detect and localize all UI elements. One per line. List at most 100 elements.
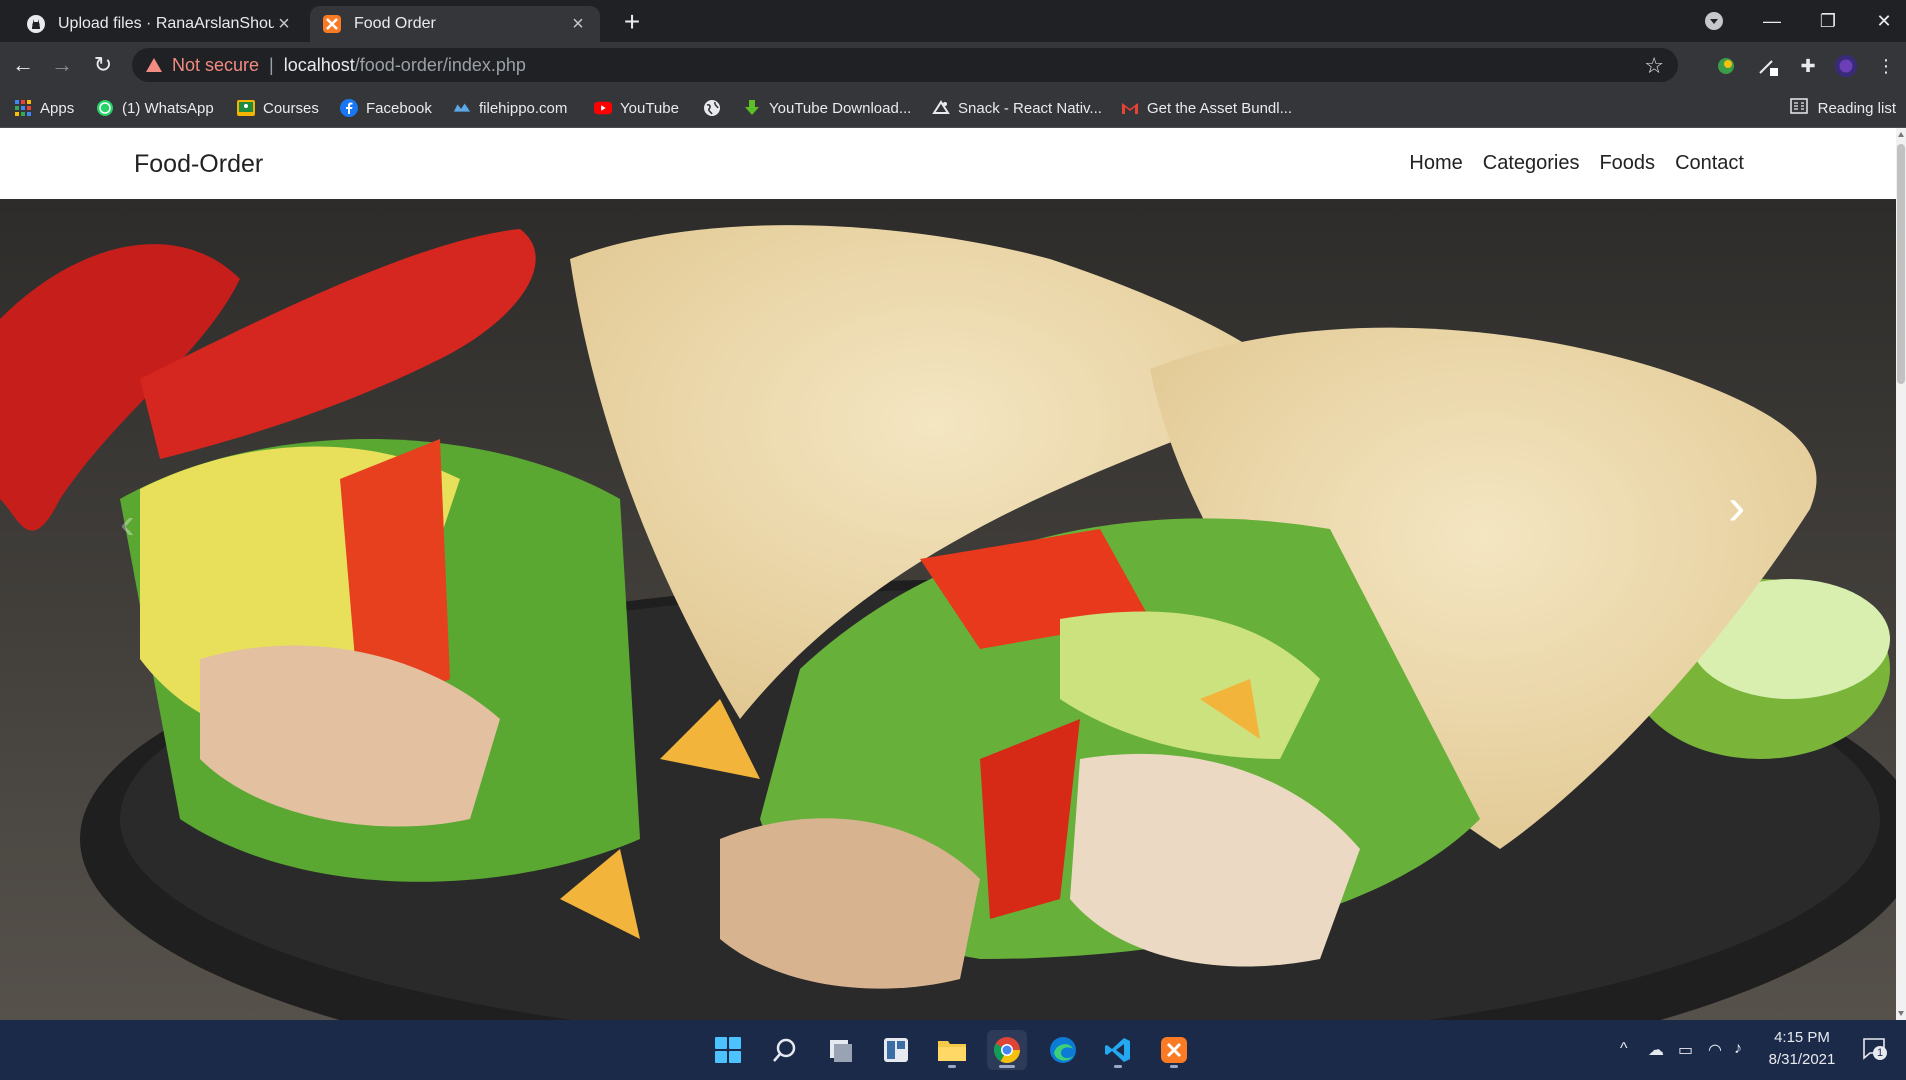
snack-icon [932, 99, 950, 117]
menu-home[interactable]: Home [1409, 152, 1462, 175]
extension-color-icon[interactable] [1714, 54, 1738, 78]
site-navbar: Food-Order Home Categories Foods Contact [0, 128, 1896, 199]
running-indicator [1114, 1065, 1122, 1068]
scroll-up-arrow[interactable] [1898, 132, 1904, 137]
forward-button[interactable]: → [47, 50, 77, 80]
bookmark-label: Get the Asset Bundl... [1147, 99, 1293, 117]
menu-categories[interactable]: Categories [1483, 152, 1580, 175]
bookmark-label: Snack - React Nativ... [958, 99, 1102, 117]
whatsapp-icon [96, 99, 114, 117]
running-indicator [948, 1065, 956, 1068]
bookmark-label: filehippo.com [479, 99, 568, 117]
close-icon[interactable]: × [568, 14, 588, 34]
bookmark-apps[interactable]: Apps [14, 96, 74, 120]
site-menu: Home Categories Foods Contact [1389, 152, 1744, 175]
bookmark-youtube-download[interactable]: YouTube Download... [743, 96, 911, 120]
bookmark-filehippo[interactable]: filehippo.com [453, 96, 567, 120]
globe-icon [703, 99, 721, 117]
bookmarks-bar: Apps (1) WhatsApp Courses Facebook fileh… [0, 88, 1906, 128]
start-icon[interactable] [708, 1030, 748, 1070]
bookmark-globe[interactable] [703, 96, 729, 120]
gmail-icon [1121, 99, 1139, 117]
tab-food-order[interactable]: Food Order × [310, 6, 600, 42]
new-tab-button[interactable]: + [618, 8, 646, 36]
page-scrollbar[interactable] [1896, 128, 1906, 1020]
profile-avatar[interactable] [1834, 54, 1858, 78]
warning-icon [146, 58, 162, 72]
close-icon[interactable]: × [274, 14, 294, 34]
tab-title: Upload files · RanaArslanShoukat [58, 15, 274, 32]
bookmark-courses[interactable]: Courses [237, 96, 319, 120]
chicken-wrap-photo [0, 199, 1896, 1020]
url-path: /food-order/index.php [354, 54, 526, 75]
onedrive-icon[interactable]: ☁ [1648, 1040, 1664, 1060]
tab-title: Food Order [354, 15, 436, 32]
youtube-icon [594, 99, 612, 117]
notification-icon[interactable]: 1 [1862, 1036, 1887, 1062]
notification-count: 1 [1873, 1046, 1887, 1060]
tab-upload-files[interactable]: Upload files · RanaArslanShoukat × [14, 6, 306, 42]
back-button[interactable]: ← [8, 50, 38, 80]
browser-tab-strip: Upload files · RanaArslanShoukat × Food … [0, 0, 1906, 42]
widgets-icon[interactable] [876, 1030, 916, 1070]
file-explorer-icon[interactable] [932, 1030, 972, 1070]
bookmark-label: YouTube [620, 99, 679, 117]
not-secure-label[interactable]: Not secure [172, 55, 259, 76]
reading-list-label: Reading list [1817, 99, 1896, 117]
tab-search-icon[interactable] [1705, 12, 1723, 30]
url-host: localhost [283, 54, 355, 75]
volume-icon[interactable]: ♪ [1734, 1040, 1742, 1058]
reading-list-icon [1789, 98, 1808, 118]
search-icon[interactable] [765, 1030, 805, 1070]
close-window-button[interactable]: ✕ [1856, 0, 1906, 42]
menu-kebab-icon[interactable]: ⋮ [1874, 54, 1898, 78]
facebook-icon [340, 99, 358, 117]
clock-time: 4:15 PM [1774, 1029, 1830, 1046]
bookmark-snack[interactable]: Snack - React Nativ... [932, 96, 1102, 120]
scrollbar-thumb[interactable] [1897, 144, 1905, 384]
filehippo-icon [453, 99, 471, 117]
site-brand[interactable]: Food-Order [134, 150, 263, 179]
chevron-right-icon[interactable]: › [1728, 481, 1745, 533]
browser-toolbar: ← → ↻ Not secure | localhost/food-order/… [0, 42, 1906, 88]
menu-foods[interactable]: Foods [1599, 152, 1655, 175]
scroll-down-arrow[interactable] [1898, 1011, 1904, 1016]
extension-pen-icon[interactable] [1756, 54, 1780, 78]
battery-icon[interactable]: ▭ [1678, 1040, 1693, 1060]
system-clock[interactable]: 4:15 PM 8/31/2021 [1752, 1027, 1852, 1071]
minimize-button[interactable]: — [1744, 0, 1800, 42]
download-icon [743, 99, 761, 117]
bookmark-label: (1) WhatsApp [122, 99, 214, 117]
github-icon [26, 14, 46, 34]
address-bar[interactable]: Not secure | localhost/food-order/index.… [132, 48, 1678, 82]
separator: | [269, 54, 274, 75]
windows-taskbar: ^ ☁ ▭ ◠ ♪ 4:15 PM 8/31/2021 1 [0, 1020, 1906, 1080]
bookmark-youtube[interactable]: YouTube [594, 96, 679, 120]
bookmark-whatsapp[interactable]: (1) WhatsApp [96, 96, 214, 120]
wifi-icon[interactable]: ◠ [1708, 1040, 1722, 1060]
vscode-icon[interactable] [1098, 1030, 1138, 1070]
bookmark-asset-bundle[interactable]: Get the Asset Bundl... [1121, 96, 1292, 120]
task-view-icon[interactable] [820, 1030, 860, 1070]
reading-list-button[interactable]: Reading list [1789, 96, 1896, 120]
restore-button[interactable]: ❐ [1800, 0, 1856, 42]
bookmark-label: Apps [40, 99, 75, 117]
bookmark-label: Facebook [366, 99, 432, 117]
reload-button[interactable]: ↻ [88, 50, 118, 80]
running-indicator [1170, 1065, 1178, 1068]
bookmark-label: YouTube Download... [769, 99, 912, 117]
xampp-taskbar-icon[interactable] [1154, 1030, 1194, 1070]
chrome-icon[interactable] [987, 1030, 1027, 1070]
bookmark-label: Courses [263, 99, 319, 117]
bookmark-star-icon[interactable]: ☆ [1644, 53, 1664, 79]
apps-grid-icon [14, 99, 32, 117]
menu-contact[interactable]: Contact [1675, 152, 1744, 175]
clock-date: 8/31/2021 [1768, 1051, 1836, 1068]
extensions-puzzle-icon[interactable]: ✚ [1796, 54, 1820, 78]
edge-icon[interactable] [1043, 1030, 1083, 1070]
chevron-left-icon[interactable]: ‹ [120, 499, 135, 549]
tray-chevron-up-icon[interactable]: ^ [1620, 1040, 1628, 1058]
classroom-icon [237, 99, 255, 117]
bookmark-facebook[interactable]: Facebook [340, 96, 432, 120]
xampp-icon [322, 14, 342, 34]
